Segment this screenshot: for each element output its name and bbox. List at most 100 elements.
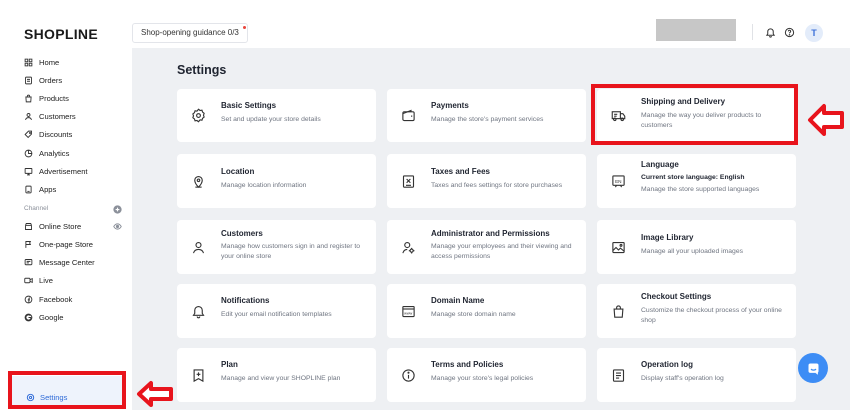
highlight-settings-box bbox=[8, 371, 126, 409]
card-description: Display staff's operation log bbox=[641, 375, 724, 382]
store-icon bbox=[25, 222, 32, 230]
card-title: Notifications bbox=[221, 296, 270, 305]
card-description: Manage the store supported languages bbox=[641, 186, 760, 193]
card-operation-log[interactable]: Operation log Display staff's operation … bbox=[597, 348, 796, 402]
card-domain-name[interactable]: www Domain Name Manage store domain name bbox=[387, 284, 586, 338]
bell-icon[interactable] bbox=[763, 25, 777, 39]
sidebar-item-analytics[interactable]: Analytics bbox=[24, 145, 69, 161]
add-channel-icon[interactable] bbox=[113, 205, 122, 214]
top-bar: SHOPLINE Shop-opening guidance 0/3 T bbox=[0, 0, 850, 48]
language-icon: EN bbox=[612, 175, 625, 188]
sidebar-item-label: Google bbox=[39, 312, 64, 322]
card-terms-and-policies[interactable]: Terms and Policies Manage your store's l… bbox=[387, 348, 586, 402]
arrow-left-icon bbox=[808, 104, 844, 136]
chat-support-button[interactable] bbox=[798, 353, 828, 383]
card-title: Basic Settings bbox=[221, 101, 277, 110]
image-icon bbox=[612, 241, 625, 254]
chat-icon bbox=[808, 363, 818, 375]
card-description: Manage store domain name bbox=[431, 311, 516, 318]
log-icon bbox=[612, 369, 625, 382]
card-customers[interactable]: Customers Manage how customers sign in a… bbox=[177, 220, 376, 274]
sidebar-item-live[interactable]: Live bbox=[24, 272, 53, 288]
sidebar-item-label: Home bbox=[39, 57, 60, 67]
card-payments[interactable]: Payments Manage the store's payment serv… bbox=[387, 89, 586, 142]
card-description: Set and update your store details bbox=[221, 116, 321, 123]
sidebar-item-label: Customers bbox=[39, 111, 76, 121]
card-image-library[interactable]: Image Library Manage all your uploaded i… bbox=[597, 220, 796, 274]
sidebar-item-home[interactable]: Home bbox=[24, 54, 59, 70]
location-icon bbox=[194, 175, 203, 188]
card-description: Manage your employees and their viewing … bbox=[431, 243, 572, 260]
sidebar-item-online-store[interactable]: Online Store bbox=[24, 218, 81, 234]
redacted-store-name bbox=[656, 19, 736, 41]
card-description: Manage your store's legal policies bbox=[431, 375, 534, 382]
sidebar-item-customers[interactable]: Customers bbox=[24, 108, 76, 124]
gear-icon bbox=[192, 108, 205, 123]
card-title: Operation log bbox=[641, 360, 693, 369]
arrow-left-icon bbox=[137, 381, 173, 407]
sidebar-item-facebook[interactable]: Facebook bbox=[24, 291, 72, 307]
channel-section-label: Channel bbox=[24, 205, 49, 212]
sidebar-item-label: Online Store bbox=[39, 221, 82, 231]
sidebar-item-label: Live bbox=[39, 275, 53, 285]
card-language[interactable]: EN Language Current store language: Engl… bbox=[597, 154, 796, 208]
card-description: Edit your email notification templates bbox=[221, 311, 332, 318]
card-description: Taxes and fees settings for store purcha… bbox=[431, 182, 563, 189]
card-location[interactable]: Location Manage location information bbox=[177, 154, 376, 208]
card-title: Terms and Policies bbox=[431, 360, 504, 369]
sidebar-item-label: One-page Store bbox=[39, 239, 94, 249]
bag-icon bbox=[25, 94, 32, 102]
card-title: Image Library bbox=[641, 233, 694, 242]
eye-icon[interactable] bbox=[113, 222, 122, 231]
google-icon bbox=[24, 313, 33, 321]
sidebar-item-label: Products bbox=[39, 93, 69, 103]
user-avatar[interactable]: T bbox=[805, 24, 823, 42]
card-description: Manage the store's payment services bbox=[431, 116, 544, 123]
card-title: Customers bbox=[221, 229, 263, 238]
shop-opening-guidance-button[interactable]: Shop-opening guidance 0/3 bbox=[132, 23, 248, 43]
sidebar-item-label: Message Center bbox=[39, 257, 95, 267]
highlight-shipping-box bbox=[591, 84, 798, 145]
sidebar-item-discounts[interactable]: Discounts bbox=[24, 126, 72, 142]
card-description: Manage and view your SHOPLINE plan bbox=[221, 375, 341, 382]
sidebar-item-google[interactable]: Google bbox=[24, 309, 64, 325]
card-administrator-and-permissions[interactable]: Administrator and Permissions Manage you… bbox=[387, 220, 586, 274]
sidebar-item-one-page-store[interactable]: One-page Store bbox=[24, 236, 93, 252]
domain-icon: www bbox=[402, 305, 415, 318]
card-title: Plan bbox=[221, 360, 238, 369]
sidebar-item-label: Orders bbox=[39, 75, 63, 85]
svg-text:www: www bbox=[404, 312, 412, 316]
sidebar-item-label: Discounts bbox=[39, 129, 73, 139]
card-title: Payments bbox=[431, 101, 469, 110]
svg-text:EN: EN bbox=[615, 179, 622, 184]
card-description: Manage location information bbox=[221, 182, 307, 189]
sidebar-item-advertisement[interactable]: Advertisement bbox=[24, 163, 88, 179]
message-icon bbox=[24, 258, 33, 265]
sidebar-item-message-center[interactable]: Message Center bbox=[24, 254, 95, 270]
card-plan[interactable]: Plan Manage and view your SHOPLINE plan bbox=[177, 348, 376, 402]
wallet-icon bbox=[402, 109, 415, 122]
card-title: Checkout Settings bbox=[641, 292, 712, 301]
chart-icon bbox=[24, 149, 33, 157]
card-basic-settings[interactable]: Basic Settings Set and update your store… bbox=[177, 89, 376, 142]
orders-icon bbox=[25, 76, 32, 84]
apps-icon bbox=[25, 185, 32, 193]
sidebar-item-products[interactable]: Products bbox=[24, 90, 69, 106]
card-checkout-settings[interactable]: Checkout Settings Customize the checkout… bbox=[597, 284, 796, 338]
card-taxes-and-fees[interactable]: Taxes and Fees Taxes and fees settings f… bbox=[387, 154, 586, 208]
card-notifications[interactable]: Notifications Edit your email notificati… bbox=[177, 284, 376, 338]
card-title: Location bbox=[221, 167, 255, 176]
card-description: Customize the checkout process of your o… bbox=[641, 307, 782, 324]
card-title: Domain Name bbox=[431, 296, 485, 305]
sidebar-item-label: Analytics bbox=[39, 148, 70, 158]
current-language: Current store language: English bbox=[641, 174, 745, 181]
card-title: Taxes and Fees bbox=[431, 167, 490, 176]
help-icon[interactable] bbox=[782, 25, 796, 39]
flag-icon bbox=[25, 240, 32, 248]
home-icon bbox=[24, 58, 33, 66]
sidebar-item-orders[interactable]: Orders bbox=[24, 72, 62, 88]
shopline-logo[interactable]: SHOPLINE bbox=[24, 26, 98, 42]
sidebar-item-apps[interactable]: Apps bbox=[24, 181, 56, 197]
header-divider bbox=[752, 24, 753, 40]
sidebar-item-label: Facebook bbox=[39, 294, 73, 304]
